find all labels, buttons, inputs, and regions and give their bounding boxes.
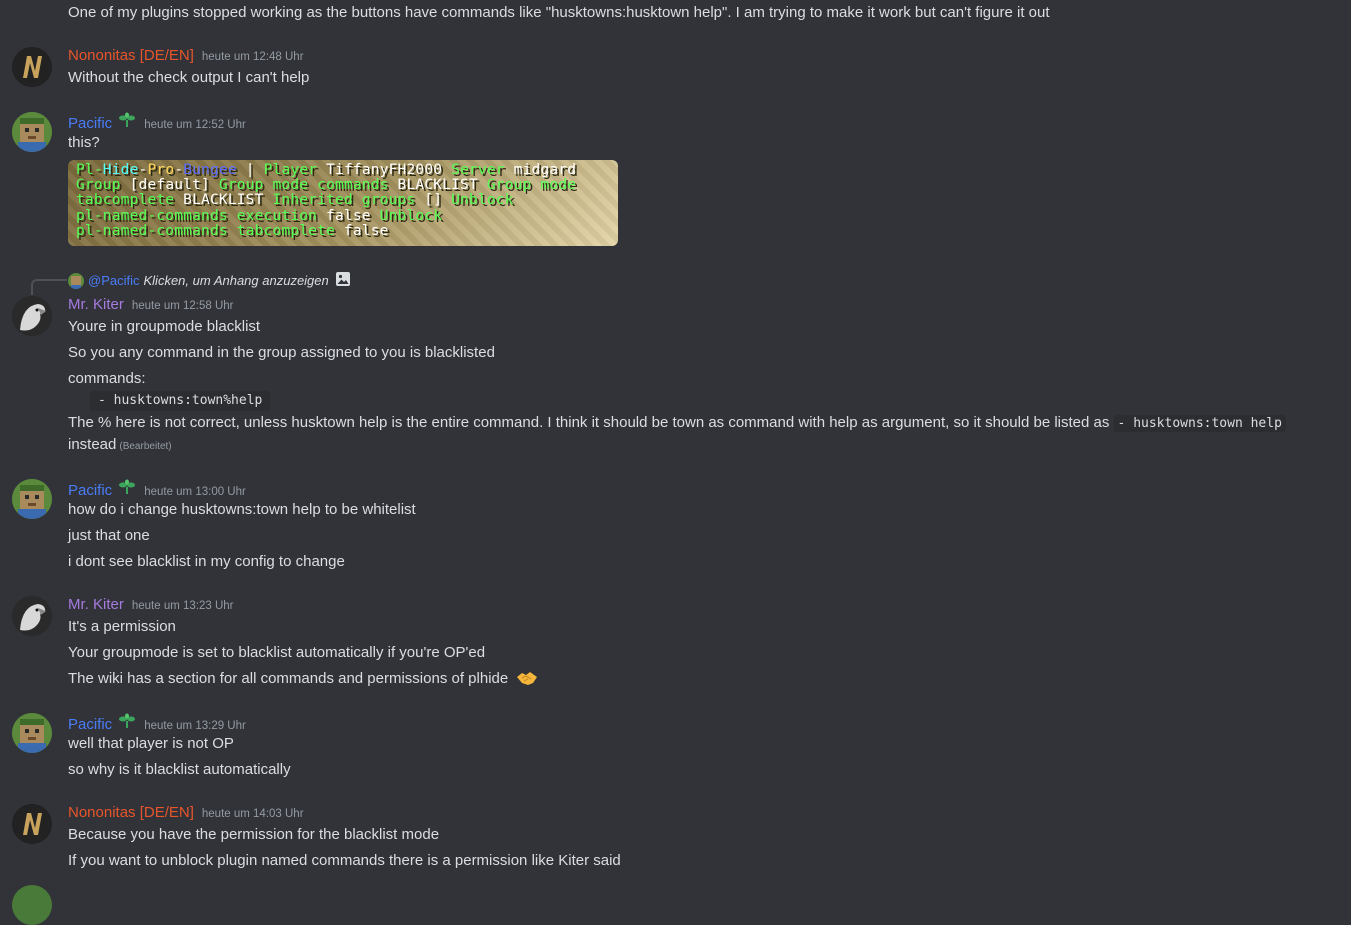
timestamp: heute um 13:00 Uhr (144, 486, 246, 498)
message-text: this? (68, 134, 100, 151)
mc-text: [] (424, 192, 452, 208)
author-name[interactable]: Pacific (68, 716, 112, 733)
message-text-part: The % here is not correct, unless huskto… (68, 414, 1114, 431)
message-text: Youre in groupmode blacklist (68, 318, 261, 335)
edited-label: (Bearbeitet) (119, 441, 172, 452)
author-name[interactable]: Pacific (68, 115, 112, 132)
mc-text: Group mode commands (218, 177, 398, 193)
sprout-badge-icon[interactable] (118, 713, 136, 729)
mc-text: Unblock (379, 208, 443, 224)
message-text: One of my plugins stopped working as the… (68, 4, 1050, 21)
message-text-part: The wiki has a section for all commands … (68, 670, 509, 687)
avatar-nononitas[interactable] (12, 804, 52, 844)
message-text: well that player is not OP (68, 735, 234, 752)
mc-text: Bungee (183, 162, 237, 178)
reply-spine (31, 279, 67, 295)
mc-text: pl-named-commands tabcomplete (76, 223, 344, 239)
avatar-kiter[interactable] (12, 596, 52, 636)
message-text: just that one (68, 527, 150, 544)
mc-text: false (343, 223, 389, 239)
mc-text: false (326, 208, 380, 224)
timestamp: heute um 12:48 Uhr (201, 51, 304, 63)
image-attachment[interactable]: Pl-Hide-Pro-Bungee | Player TiffanyFH200… (68, 160, 618, 246)
message-text: If you want to unblock plugin named comm… (68, 852, 621, 869)
inline-code: - husktowns:town help (1113, 415, 1286, 432)
mc-text: Group (76, 177, 130, 193)
mc-text: | (236, 162, 264, 178)
message-text: instead (Bearbeitet) (68, 435, 172, 457)
reply-preview[interactable]: @Pacific Klicken, um Anhang anzuzeigen (68, 271, 351, 290)
mc-text: - (174, 162, 184, 178)
timestamp: heute um 12:58 Uhr (131, 300, 234, 312)
message-text: Because you have the permission for the … (68, 826, 440, 843)
mc-text: tabcomplete (76, 192, 184, 208)
mc-text: pl-named-commands execution (76, 208, 327, 224)
mc-text: Server (451, 162, 514, 178)
mc-text: BLACKLIST (183, 192, 273, 208)
mc-text: BLACKLIST (397, 177, 487, 193)
author-name[interactable]: Nononitas [DE/EN] (68, 804, 194, 821)
message-text: So you any command in the group assigned… (68, 344, 495, 361)
mc-text: Pl- (76, 162, 103, 178)
message-text: The wiki has a section for all commands … (68, 669, 538, 693)
reply-mention[interactable]: @Pacific (88, 273, 140, 288)
timestamp: heute um 13:29 Uhr (144, 720, 246, 732)
image-icon (335, 271, 351, 290)
avatar-kiter[interactable] (12, 296, 52, 336)
mc-text: Player (263, 162, 327, 178)
avatar-pacific[interactable] (12, 713, 52, 753)
message-text: Your groupmode is set to blacklist autom… (68, 644, 486, 661)
author-name[interactable]: Pacific (68, 482, 112, 499)
message-text: how do i change husktowns:town help to b… (68, 501, 416, 518)
reply-avatar (68, 272, 84, 289)
avatar-pacific[interactable] (12, 112, 52, 152)
timestamp: heute um 13:23 Uhr (131, 600, 234, 612)
mc-text: midgard (513, 162, 577, 178)
timestamp: heute um 14:03 Uhr (201, 808, 304, 820)
author-name[interactable]: Mr. Kiter (68, 296, 124, 313)
sprout-badge-icon[interactable] (118, 112, 136, 128)
message-text: so why is it blacklist automatically (68, 761, 291, 778)
message-text: commands: (68, 370, 146, 387)
message-text: It's a permission (68, 618, 176, 635)
avatar-pacific[interactable] (12, 479, 52, 519)
reply-text[interactable]: Klicken, um Anhang anzuzeigen (144, 273, 329, 288)
avatar-nononitas[interactable] (12, 47, 52, 87)
message-text: i dont see blacklist in my config to cha… (68, 553, 345, 570)
sprout-badge-icon[interactable] (118, 479, 136, 495)
timestamp: heute um 12:52 Uhr (144, 119, 246, 131)
code-block: - husktowns:town%help (90, 391, 271, 411)
message-text-part: instead (68, 436, 117, 453)
mc-text: TiffanyFH2000 (326, 162, 452, 178)
handshake-emoji-icon[interactable] (516, 669, 538, 693)
mc-text: Group mode (486, 177, 577, 193)
avatar-pacific[interactable] (12, 885, 52, 925)
mc-text: Inherited groups (272, 192, 425, 208)
mc-text: [default] (129, 177, 219, 193)
mc-text: Pro (147, 162, 175, 178)
author-name[interactable]: Nononitas [DE/EN] (68, 47, 194, 64)
mc-text: Hide (102, 162, 139, 178)
message-text: Without the check output I can't help (68, 69, 310, 86)
mc-text: Unblock (451, 192, 514, 208)
message-text: The % here is not correct, unless huskto… (68, 413, 1286, 434)
author-name[interactable]: Mr. Kiter (68, 596, 124, 613)
